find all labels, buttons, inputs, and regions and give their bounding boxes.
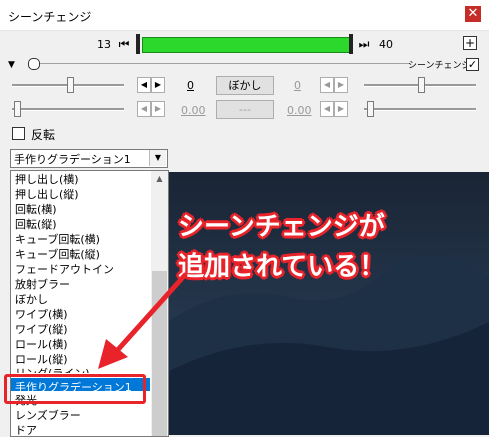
- selection-highlight-box: [4, 374, 146, 404]
- right-slider-thumb-2[interactable]: [367, 101, 374, 117]
- decrement-left-2[interactable]: ◀: [137, 101, 151, 117]
- value-right-1[interactable]: 0: [294, 79, 301, 92]
- invert-checkbox[interactable]: [12, 127, 25, 140]
- transition-select-value: 手作りグラデーション1: [14, 153, 131, 166]
- left-slider-thumb-1[interactable]: [67, 77, 74, 93]
- invert-label: 反転: [31, 128, 56, 142]
- close-button[interactable]: ✕: [465, 6, 481, 22]
- increment-right-2[interactable]: ▶: [334, 101, 348, 117]
- value-right-2[interactable]: 0.00: [287, 104, 312, 117]
- value-left-1[interactable]: 0: [187, 79, 194, 92]
- mouse-icon: [28, 58, 40, 70]
- effect-button-blur[interactable]: ぼかし: [216, 76, 274, 95]
- next-keyframe-button[interactable]: ⏭: [355, 36, 373, 52]
- list-item[interactable]: キューブ回転(横): [15, 231, 100, 247]
- seek-start-handle[interactable]: [136, 34, 140, 54]
- decrement-right-2[interactable]: ◀: [320, 101, 334, 117]
- list-item[interactable]: ワイプ(横): [15, 306, 68, 322]
- list-item[interactable]: 押し出し(横): [15, 171, 79, 187]
- end-frame: 40: [379, 38, 393, 51]
- list-item[interactable]: キューブ回転(縦): [15, 246, 100, 262]
- right-slider-thumb-1[interactable]: [418, 77, 425, 93]
- increment-left-2[interactable]: ▶: [151, 101, 165, 117]
- prev-keyframe-button[interactable]: ⏮: [115, 36, 133, 52]
- list-item[interactable]: 押し出し(縦): [15, 186, 79, 202]
- callout-line-1: シーンチェンジが: [178, 212, 385, 242]
- increment-left-1[interactable]: ▶: [151, 77, 165, 93]
- effect-button-empty[interactable]: ---: [216, 100, 274, 119]
- window-title: シーンチェンジ: [8, 10, 92, 24]
- effect-enable-checkbox[interactable]: ✓: [466, 58, 479, 71]
- start-frame: 13: [97, 38, 111, 51]
- decrement-left-1[interactable]: ◀: [137, 77, 151, 93]
- list-item[interactable]: 回転(横): [15, 201, 57, 217]
- collapse-icon[interactable]: ▼: [8, 60, 15, 70]
- increment-right-1[interactable]: ▶: [334, 77, 348, 93]
- list-item[interactable]: ぼかし: [15, 291, 48, 307]
- add-button[interactable]: +: [463, 36, 477, 50]
- seek-end-handle[interactable]: [349, 34, 353, 54]
- list-item[interactable]: ワイプ(縦): [15, 321, 68, 337]
- effect-name-label: シーンチェンジ: [408, 61, 471, 71]
- list-item[interactable]: 回転(縦): [15, 216, 57, 232]
- right-slider-track-2[interactable]: [364, 108, 476, 111]
- list-item[interactable]: リング(ライン): [15, 365, 90, 373]
- scroll-up-icon[interactable]: ▲: [151, 171, 168, 187]
- decrement-right-1[interactable]: ◀: [320, 77, 334, 93]
- callout-line-2: 追加されている！: [178, 252, 386, 282]
- list-item[interactable]: 放射ブラー: [15, 276, 70, 292]
- left-slider-thumb-2[interactable]: [14, 101, 21, 117]
- left-slider-track-2[interactable]: [12, 108, 124, 111]
- list-item[interactable]: レンズブラー: [15, 407, 81, 423]
- callout-arrow: [98, 272, 188, 369]
- header-divider: [40, 63, 410, 64]
- timeline-seekbar[interactable]: [142, 37, 350, 53]
- list-item[interactable]: ロール(横): [15, 336, 68, 352]
- chevron-down-icon[interactable]: ▼: [149, 150, 166, 166]
- value-left-2[interactable]: 0.00: [181, 104, 206, 117]
